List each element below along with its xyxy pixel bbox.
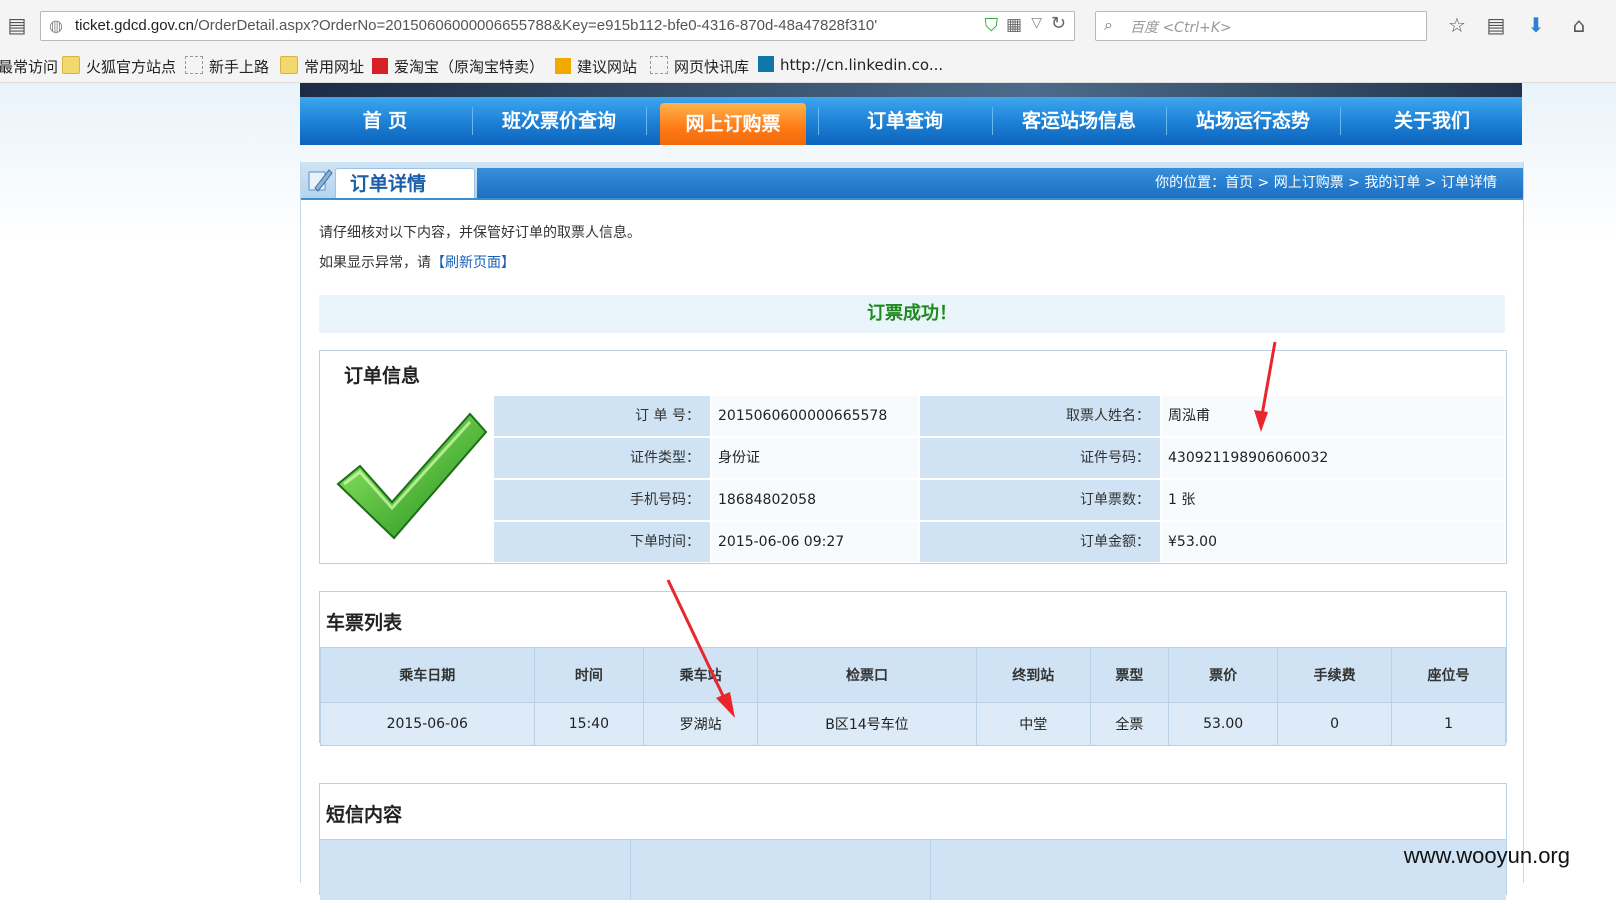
arrow-head-name	[1254, 410, 1268, 432]
arrow-head-gate	[716, 692, 735, 718]
arrow-to-gate	[666, 579, 727, 701]
annotation-arrows	[666, 341, 1277, 718]
watermark: www.wooyun.org	[1403, 843, 1570, 868]
arrow-to-name	[1260, 341, 1277, 416]
